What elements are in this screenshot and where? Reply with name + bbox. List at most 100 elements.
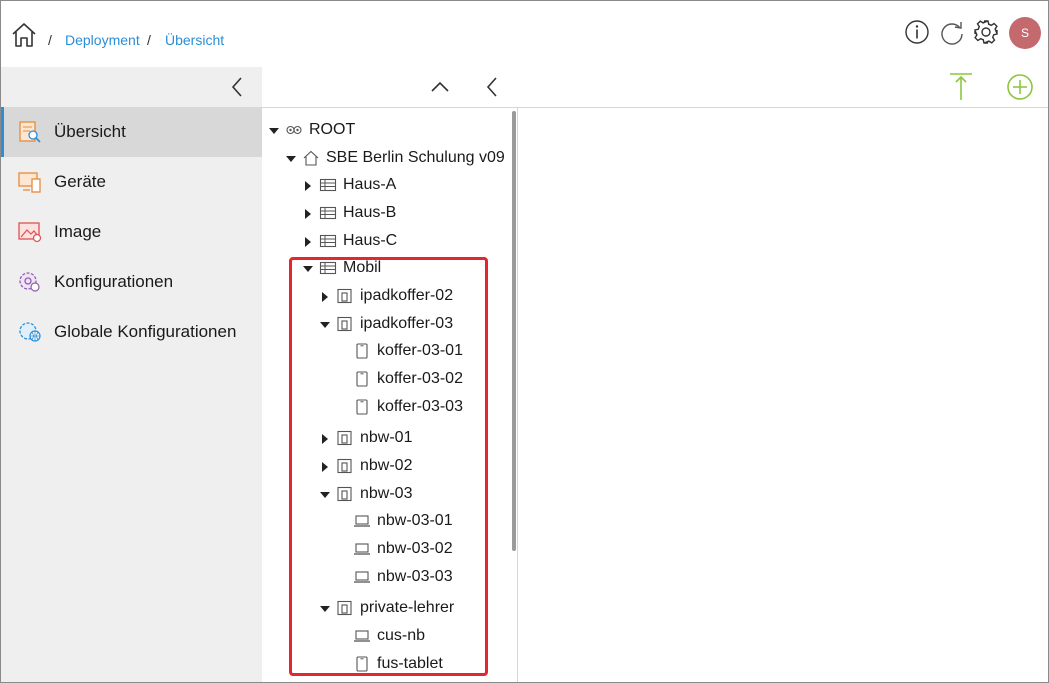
tree-node-label: private-lehrer [360,599,455,616]
sidebar: Übersicht Geräte Image Konfigurationen G… [1,67,262,682]
caret-right-icon[interactable] [302,207,314,219]
tree-node[interactable]: nbw-03-03 [262,565,512,589]
sidebar-item-label: Globale Konfigurationen [54,322,237,341]
tree-node[interactable]: nbw-02 [262,454,512,478]
caret-right-icon[interactable] [302,179,314,191]
breadcrumb-separator: / [48,32,52,48]
tree-node[interactable]: ipadkoffer-03 [262,312,512,336]
tablet-icon [353,370,371,388]
panel-back-chevron-left-icon[interactable] [481,75,503,99]
device-tree: ROOT SBE Berlin Schulung v09 Haus-A Haus-B H… [262,108,517,682]
devices-icon [18,172,41,193]
add-circle-icon[interactable] [1006,73,1034,101]
root-icon [285,121,303,139]
building-icon [319,232,337,250]
tree-node[interactable]: Haus-C [262,229,512,253]
sidebar-item-konfigurationen[interactable]: Konfigurationen [1,257,262,307]
house-icon [302,149,320,167]
tree-node-label: nbw-01 [360,429,413,446]
building-icon [319,204,337,222]
tree-scrollbar[interactable] [512,111,516,551]
tablet-icon [353,655,371,673]
device-group-icon [336,599,354,617]
tree-node-label: koffer-03-03 [377,398,463,415]
caret-down-icon[interactable] [319,488,331,500]
global-config-icon [19,322,41,342]
header: / Deployment / Übersicht S [1,1,1048,67]
tree-toolbar [262,67,1048,108]
device-group-icon [336,429,354,447]
caret-right-icon[interactable] [319,432,331,444]
sidebar-collapse-chevron-left-icon[interactable] [226,75,248,99]
sidebar-item-label: Übersicht [54,122,126,141]
caret-down-icon[interactable] [319,602,331,614]
tree-node[interactable]: nbw-03-01 [262,509,512,533]
collapse-up-chevron-icon[interactable] [429,77,451,97]
tree-node-label: nbw-02 [360,457,413,474]
building-icon [319,176,337,194]
tree-node-label: nbw-03 [360,485,413,502]
laptop-icon [353,512,371,530]
gear-icon[interactable] [973,19,999,45]
building-icon [319,259,337,277]
tree-node[interactable]: nbw-03-02 [262,537,512,561]
detail-panel [518,108,1048,682]
sidebar-item-image[interactable]: Image [1,207,262,257]
tree-node[interactable]: SBE Berlin Schulung v09 [262,146,512,170]
breadcrumb-separator: / [147,32,151,48]
tree-node[interactable]: private-lehrer [262,596,512,620]
caret-right-icon[interactable] [319,290,331,302]
tree-node[interactable]: nbw-03 [262,482,512,506]
tree-node[interactable]: koffer-03-02 [262,367,512,391]
sidebar-item-geraete[interactable]: Geräte [1,157,262,207]
tree-node-label: nbw-03-01 [377,512,453,529]
tree-node-label: ipadkoffer-03 [360,315,454,332]
tree-node-label: Haus-B [343,204,397,221]
tree-node[interactable]: ROOT [262,118,512,142]
caret-right-icon[interactable] [319,460,331,472]
tree-node[interactable]: fus-tablet [262,652,512,676]
caret-down-icon[interactable] [319,318,331,330]
tree-node-label: nbw-03-02 [377,540,453,557]
tree-node-label: ipadkoffer-02 [360,287,454,304]
sidebar-item-label: Konfigurationen [54,272,174,291]
breadcrumb-uebersicht[interactable]: Übersicht [165,32,224,48]
breadcrumb-deployment[interactable]: Deployment [65,32,140,48]
tree-node-label: Haus-A [343,176,397,193]
user-avatar[interactable]: S [1009,17,1041,49]
sidebar-item-label: Image [54,222,102,241]
tree-node-label: Haus-C [343,232,398,249]
caret-down-icon[interactable] [285,152,297,164]
caret-down-icon[interactable] [302,262,314,274]
sidebar-item-uebersicht[interactable]: Übersicht [1,107,262,157]
tree-node[interactable]: koffer-03-01 [262,339,512,363]
home-icon[interactable] [11,22,37,48]
device-group-icon [336,457,354,475]
tree-node[interactable]: Haus-A [262,173,512,197]
refresh-icon[interactable] [939,19,965,45]
overview-icon [19,121,41,143]
device-group-icon [336,287,354,305]
tree-node-label: nbw-03-03 [377,568,453,585]
tree-node[interactable]: cus-nb [262,624,512,648]
config-icon [19,272,40,292]
tree-node[interactable]: Haus-B [262,201,512,225]
device-group-icon [336,485,354,503]
tablet-icon [353,342,371,360]
move-up-arrow-icon[interactable] [948,71,974,103]
tree-node-label: koffer-03-01 [377,342,463,359]
tree-node-label: cus-nb [377,627,426,644]
tree-node[interactable]: ipadkoffer-02 [262,284,512,308]
tablet-icon [353,398,371,416]
tree-node[interactable]: Mobil [262,256,512,280]
device-group-icon [336,315,354,333]
sidebar-item-globale-konfigurationen[interactable]: Globale Konfigurationen [1,307,262,357]
laptop-icon [353,540,371,558]
tree-node[interactable]: nbw-01 [262,426,512,450]
tree-node[interactable]: koffer-03-03 [262,395,512,419]
caret-down-icon[interactable] [268,124,280,136]
caret-right-icon[interactable] [302,235,314,247]
tree-node-label: SBE Berlin Schulung v09 [326,149,505,166]
info-icon[interactable] [904,19,930,45]
tree-node-label: fus-tablet [377,655,443,672]
